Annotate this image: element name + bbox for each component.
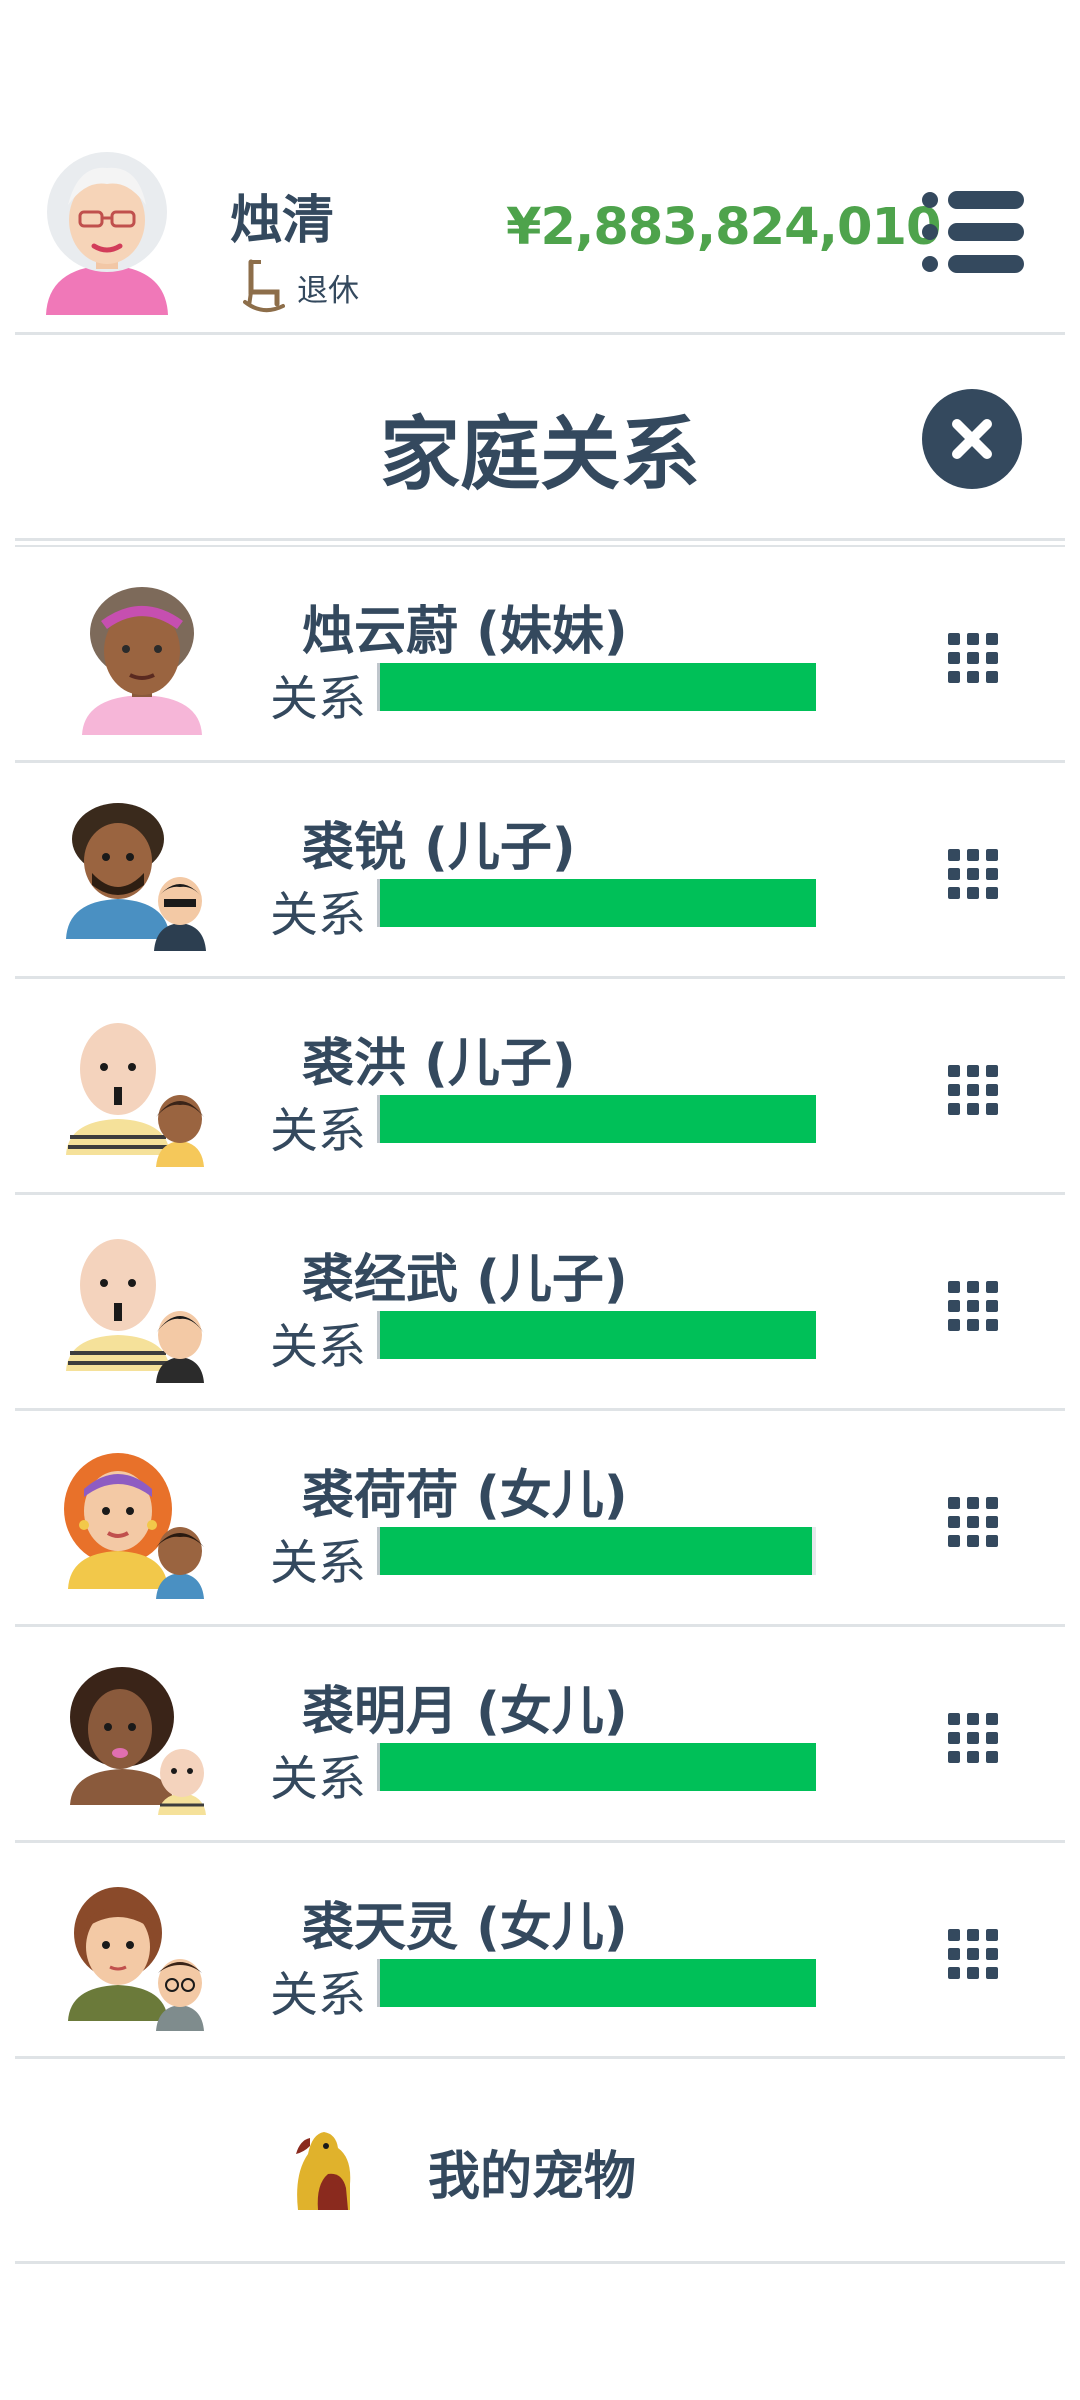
relationship-bar (377, 1095, 816, 1143)
member-name: 裘荷荷 (女儿) (302, 1466, 628, 1526)
relationship-label: 关系 (270, 1535, 367, 1591)
member-name: 裘洪 (儿子) (302, 1034, 576, 1094)
family-list: 烛云蔚 (妹妹) 关系 裘锐 (儿子) 关系 裘洪 (儿子) 关系 裘经武 (儿… (0, 547, 1080, 2059)
relationship-bar-fill (380, 1743, 816, 1791)
money-balance: ¥2,883,824,010 (506, 198, 941, 257)
header-divider (15, 332, 1065, 335)
relationship-bar-fill (380, 663, 816, 711)
relationship-label: 关系 (270, 1103, 367, 1159)
member-name: 裘经武 (儿子) (302, 1250, 628, 1310)
relationship-bar-fill (380, 1959, 816, 2007)
grid-dots-icon[interactable] (946, 1495, 1000, 1549)
woman-purple-headband-avatar (82, 587, 202, 735)
relationship-bar (377, 1743, 816, 1791)
page-title: 家庭关系 (380, 408, 700, 501)
family-member-row[interactable]: 裘天灵 (女儿) 关系 (0, 1843, 1080, 2059)
relationship-label: 关系 (270, 1967, 367, 2023)
relationship-bar-fill (380, 1095, 816, 1143)
member-name: 裘明月 (女儿) (302, 1682, 628, 1742)
man-with-child-avatar (66, 803, 206, 951)
relationship-label: 关系 (270, 1319, 367, 1375)
bald-man-with-child-avatar (66, 1023, 204, 1167)
relationship-bar-fill (380, 1527, 812, 1575)
relationship-bar-fill (380, 1311, 816, 1359)
family-member-row[interactable]: 烛云蔚 (妹妹) 关系 (0, 547, 1080, 763)
elderly-woman-avatar (46, 152, 168, 315)
woman-with-boy-avatar (68, 1887, 204, 2031)
rocking-chair-icon (243, 259, 285, 313)
bald-man-with-child-avatar (66, 1239, 204, 1383)
member-name: 裘天灵 (女儿) (302, 1898, 628, 1958)
woman-with-baby-avatar (70, 1667, 206, 1815)
pets-label: 我的宠物 (428, 2147, 637, 2207)
grid-dots-icon[interactable] (946, 1279, 1000, 1333)
relationship-label: 关系 (270, 671, 367, 727)
woman-with-child-avatar (64, 1453, 204, 1599)
member-name: 裘锐 (儿子) (302, 818, 576, 878)
my-pets-button[interactable]: 我的宠物 (0, 2064, 1080, 2260)
grid-dots-icon[interactable] (946, 1711, 1000, 1765)
player-header: 烛清 退休 ¥2,883,824,010 (0, 140, 1080, 330)
relationship-bar-fill (380, 879, 816, 927)
close-icon[interactable] (921, 388, 1023, 490)
family-member-row[interactable]: 裘明月 (女儿) 关系 (0, 1627, 1080, 1843)
dialog-header: 家庭关系 (0, 340, 1080, 540)
grid-dots-icon[interactable] (946, 847, 1000, 901)
relationship-label: 关系 (270, 887, 367, 943)
grid-dots-icon[interactable] (946, 631, 1000, 685)
relationship-bar (377, 879, 816, 927)
relationship-bar (377, 1527, 816, 1575)
family-member-row[interactable]: 裘锐 (儿子) 关系 (0, 763, 1080, 979)
family-member-row[interactable]: 裘洪 (儿子) 关系 (0, 979, 1080, 1195)
member-name: 烛云蔚 (妹妹) (302, 602, 628, 662)
dog-icon (296, 2132, 351, 2210)
grid-dots-icon[interactable] (946, 1927, 1000, 1981)
job-label: 退休 (297, 272, 359, 309)
row-divider (15, 2056, 1065, 2059)
relationship-label: 关系 (270, 1751, 367, 1807)
title-divider (15, 538, 1065, 541)
job-status: 退休 (243, 258, 359, 316)
relationship-bar (377, 663, 816, 711)
family-member-row[interactable]: 裘经武 (儿子) 关系 (0, 1195, 1080, 1411)
bottom-divider (15, 2261, 1065, 2264)
relationship-bar (377, 1311, 816, 1359)
menu-list-icon[interactable] (920, 190, 1024, 274)
relationship-bar (377, 1959, 816, 2007)
family-member-row[interactable]: 裘荷荷 (女儿) 关系 (0, 1411, 1080, 1627)
player-name: 烛清 (230, 191, 335, 251)
grid-dots-icon[interactable] (946, 1063, 1000, 1117)
